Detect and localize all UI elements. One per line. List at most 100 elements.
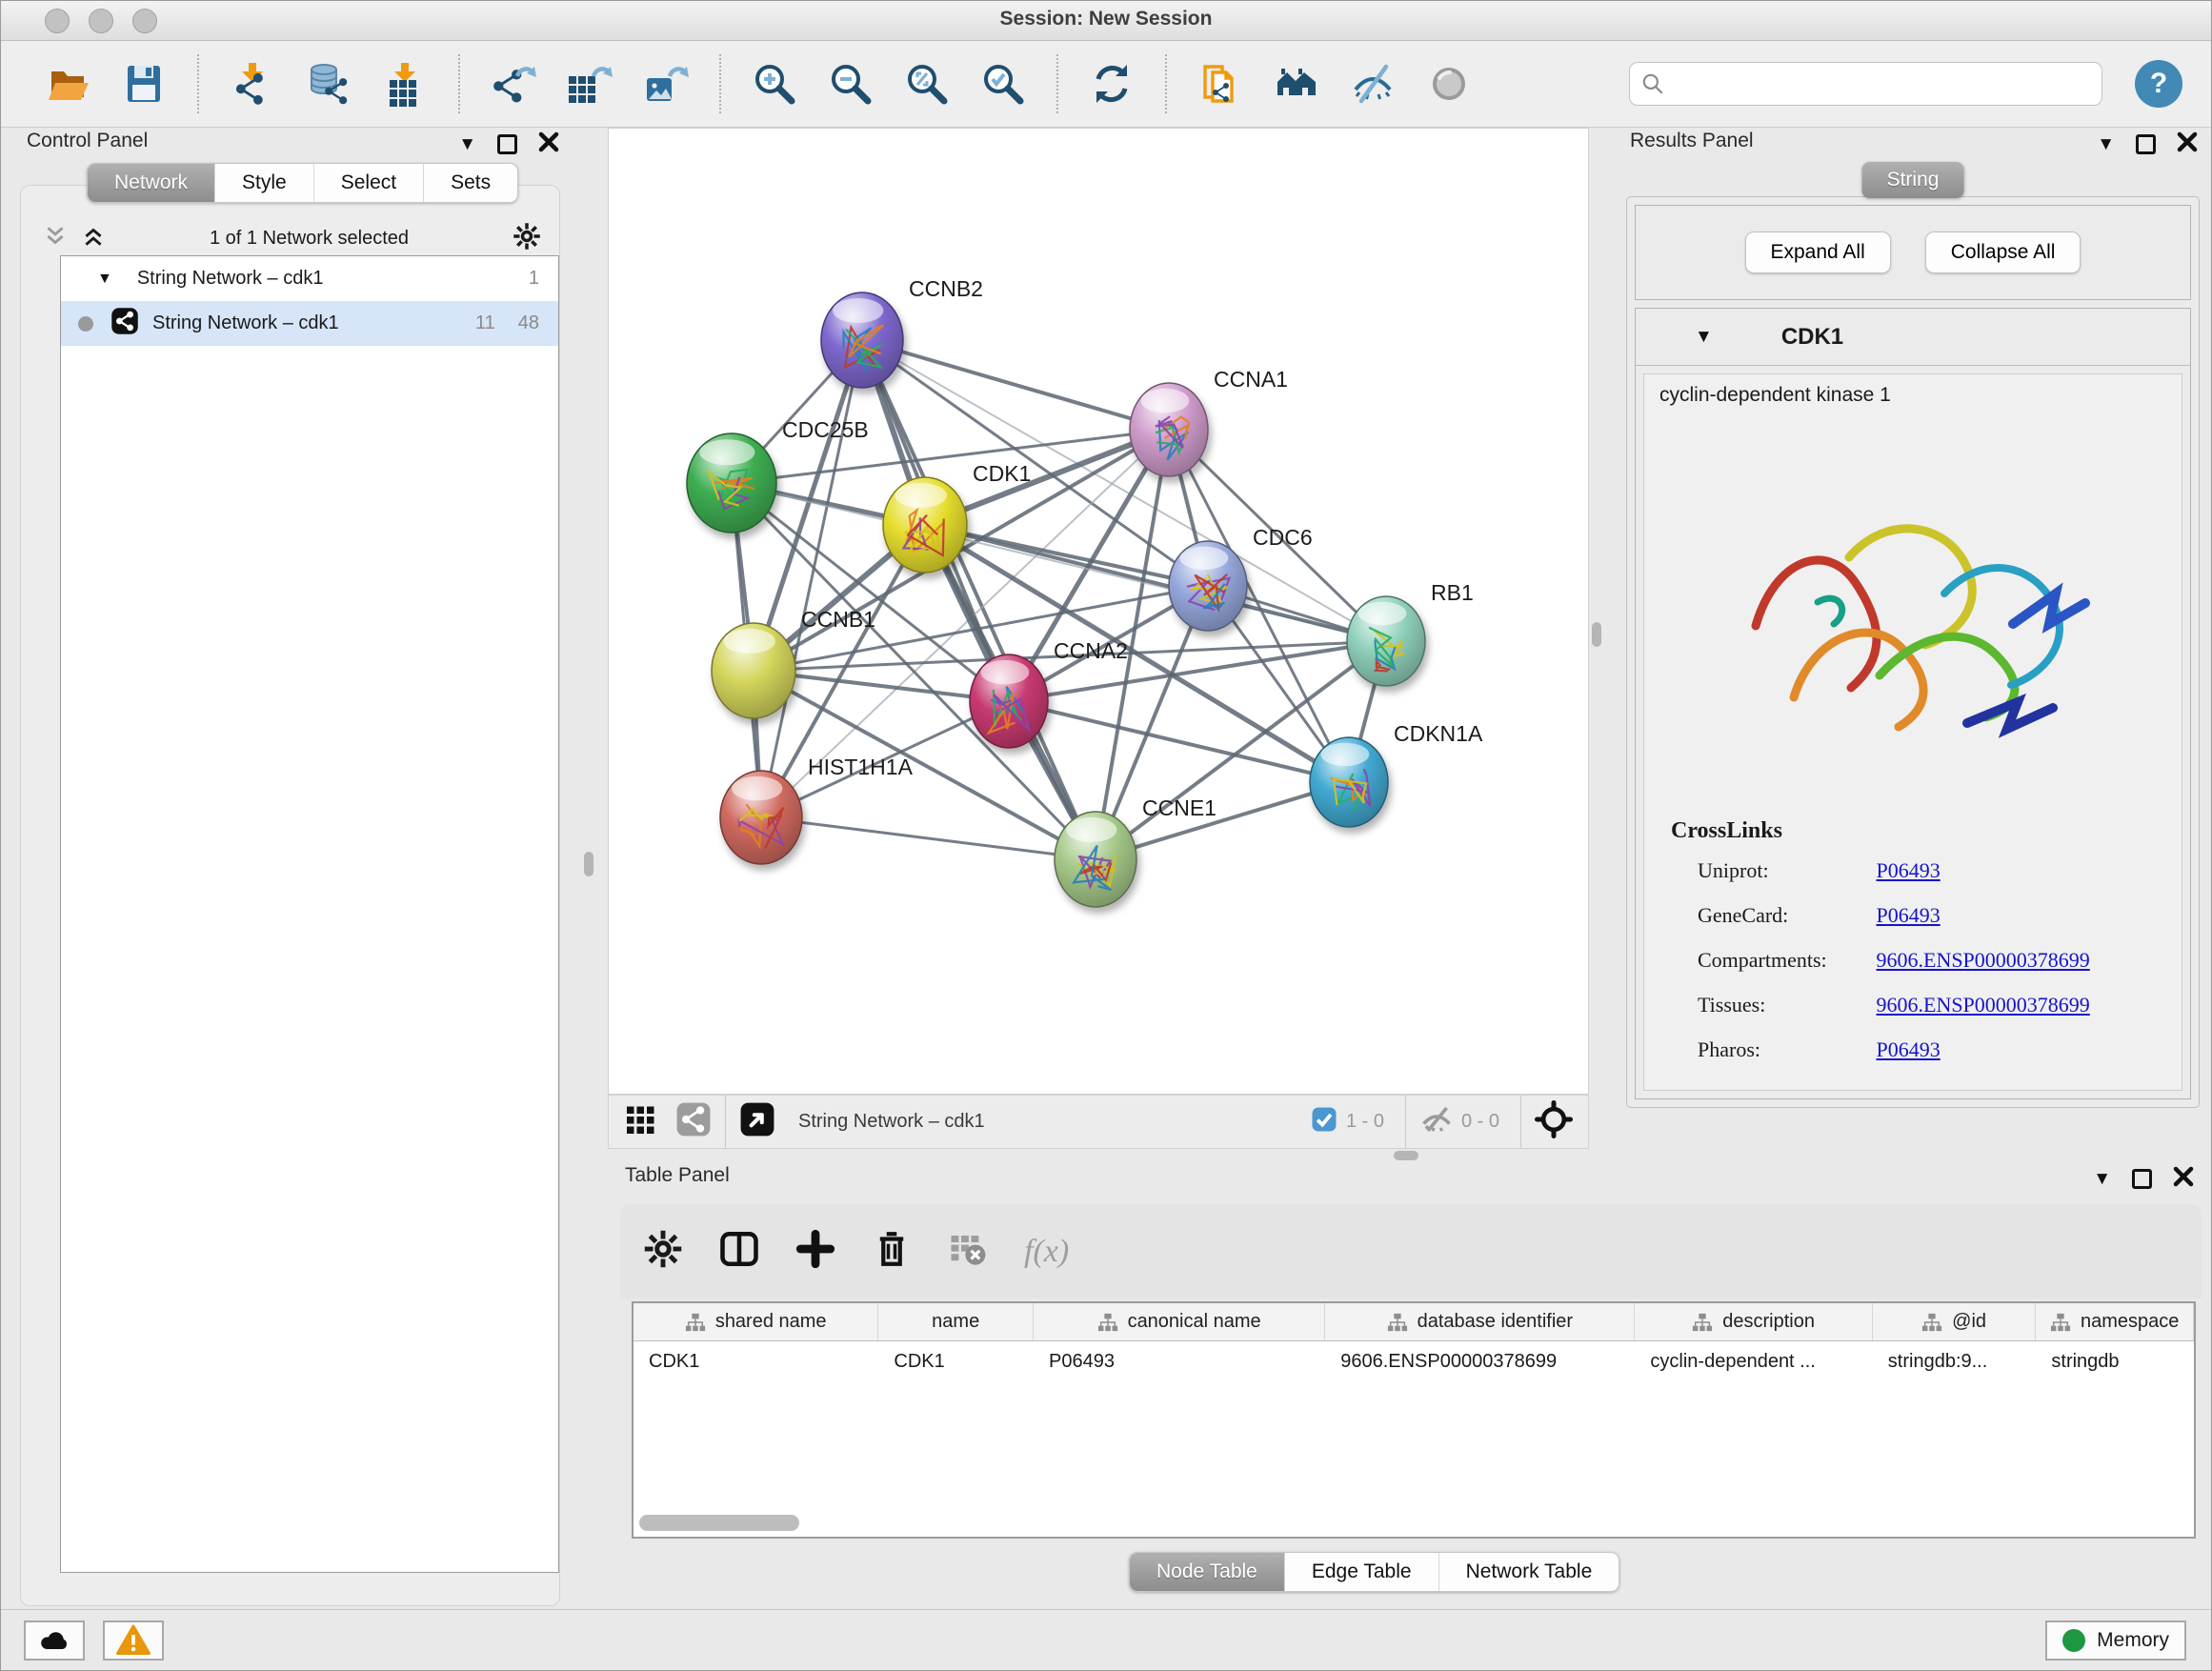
import-network-from-database-button[interactable] <box>304 59 353 109</box>
cloud-status-button[interactable] <box>24 1621 85 1661</box>
column-header-namespace[interactable]: namespace <box>2036 1303 2194 1340</box>
collapse-all-button[interactable]: Collapse All <box>1925 232 2081 273</box>
table-cell[interactable]: stringdb:9... <box>1873 1341 2037 1381</box>
import-table-from-file-button[interactable] <box>380 59 430 109</box>
save-session-button[interactable] <box>119 59 169 109</box>
string-protein-query-button[interactable] <box>1196 59 1245 109</box>
create-column-plus-icon[interactable] <box>795 1229 835 1274</box>
column-header-shared-name[interactable]: shared name <box>633 1303 878 1340</box>
network-options-gear-icon[interactable] <box>513 222 541 255</box>
warnings-button[interactable] <box>103 1621 164 1661</box>
table-settings-gear-icon[interactable] <box>643 1229 683 1274</box>
table-horizontal-scrollbar[interactable] <box>639 1515 799 1531</box>
tab-edge-table[interactable]: Edge Table <box>1284 1553 1438 1591</box>
birds-eye-view-icon[interactable] <box>739 1101 775 1142</box>
table-row[interactable]: CDK1CDK1P064939606.ENSP00000378699cyclin… <box>633 1341 2194 1381</box>
crosslink-link[interactable]: P06493 <box>1877 903 1941 927</box>
column-header-canonical-name[interactable]: canonical name <box>1034 1303 1325 1340</box>
network-node-ccne1[interactable]: CCNE1 <box>1055 795 1217 907</box>
control-panel-float-icon[interactable] <box>497 134 517 154</box>
tab-node-table[interactable]: Node Table <box>1130 1553 1284 1591</box>
hide-selected-items-button[interactable] <box>1348 59 1398 109</box>
table-cell[interactable]: stringdb <box>2036 1341 2194 1381</box>
network-node-ccna1[interactable]: CCNA1 <box>1130 367 1288 476</box>
table-cell[interactable]: P06493 <box>1034 1341 1325 1381</box>
network-edge[interactable] <box>761 340 862 817</box>
tab-style[interactable]: Style <box>214 164 313 202</box>
zoom-fit-content-button[interactable] <box>902 59 952 109</box>
table-cell[interactable]: CDK1 <box>878 1341 1034 1381</box>
network-tree-row[interactable]: ▼ String Network – cdk1 1 <box>61 256 558 301</box>
import-network-from-file-button[interactable] <box>228 59 277 109</box>
expand-all-networks-icon[interactable] <box>81 224 106 253</box>
node-table[interactable]: shared namenamecanonical namedatabase id… <box>632 1301 2196 1539</box>
control-panel-close-icon[interactable] <box>538 131 559 157</box>
column-header-description[interactable]: description <box>1635 1303 1872 1340</box>
center-view-crosshair-icon[interactable] <box>1535 1100 1573 1143</box>
network-share-view-icon[interactable] <box>675 1101 712 1142</box>
show-columns-icon[interactable] <box>719 1229 759 1274</box>
tab-sets[interactable]: Sets <box>423 164 517 202</box>
show-all-items-button[interactable] <box>1424 59 1474 109</box>
delete-column-trash-icon[interactable] <box>872 1229 912 1274</box>
zoom-selected-button[interactable] <box>978 59 1028 109</box>
network-canvas[interactable]: CCNB2CCNA1CDC25BCDK1CDC6RB1CCNB1CCNA2CDK… <box>608 128 1589 1095</box>
tab-network[interactable]: Network <box>88 164 214 202</box>
column-header-database-identifier[interactable]: database identifier <box>1325 1303 1635 1340</box>
zoom-out-button[interactable] <box>826 59 875 109</box>
table-cell[interactable]: CDK1 <box>633 1341 878 1381</box>
network-node-cdkn1a[interactable]: CDKN1A <box>1310 721 1483 827</box>
bottom-splitter-handle[interactable] <box>1394 1151 1418 1160</box>
network-edge[interactable] <box>925 525 1386 641</box>
table-panel-float-icon[interactable] <box>2132 1169 2152 1189</box>
control-panel-collapse-icon[interactable]: ▼ <box>458 134 476 155</box>
open-session-button[interactable] <box>43 59 92 109</box>
search-input[interactable] <box>1629 62 2102 106</box>
network-node-cdk1[interactable]: CDK1 <box>883 461 1031 573</box>
collapse-all-networks-icon[interactable] <box>43 224 68 253</box>
network-tree-row[interactable]: String Network – cdk1 11 48 <box>61 301 558 346</box>
update-network-button[interactable] <box>1087 59 1136 109</box>
table-panel-close-icon[interactable] <box>2173 1166 2194 1192</box>
crosslink-link[interactable]: P06493 <box>1877 1037 1941 1061</box>
crosslink-link[interactable]: P06493 <box>1877 858 1941 882</box>
table-cell[interactable]: cyclin-dependent ... <box>1635 1341 1872 1381</box>
left-splitter-handle[interactable] <box>584 852 593 876</box>
network-node-hist1h1a[interactable]: HIST1H1A <box>720 755 914 864</box>
column-header-@id[interactable]: @id <box>1873 1303 2037 1340</box>
gene-collapse-icon[interactable]: ▼ <box>1695 327 1713 348</box>
crosslink-link[interactable]: 9606.ENSP00000378699 <box>1877 948 2090 972</box>
results-panel-collapse-icon[interactable]: ▼ <box>2097 134 2115 155</box>
grid-view-icon[interactable] <box>624 1102 658 1141</box>
gene-section-header[interactable]: ▼ CDK1 <box>1636 309 2190 366</box>
network-graph[interactable]: CCNB2CCNA1CDC25BCDK1CDC6RB1CCNB1CCNA2CDK… <box>609 129 1590 1096</box>
delete-table-icon[interactable] <box>948 1229 988 1274</box>
selected-nodes-checkbox[interactable] <box>1310 1105 1338 1138</box>
table-cell[interactable]: 9606.ENSP00000378699 <box>1325 1341 1635 1381</box>
network-edge[interactable] <box>862 340 1169 430</box>
right-splitter-handle[interactable] <box>1592 622 1601 647</box>
network-node-ccnb2[interactable]: CCNB2 <box>821 276 983 388</box>
tree-expand-icon[interactable]: ▼ <box>97 271 112 288</box>
network-node-cdc6[interactable]: CDC6 <box>1169 525 1313 631</box>
hidden-items-icon[interactable] <box>1419 1102 1454 1141</box>
network-edge[interactable] <box>862 340 1096 859</box>
results-panel-float-icon[interactable] <box>2136 134 2156 154</box>
network-node-rb1[interactable]: RB1 <box>1347 580 1474 686</box>
export-network-button[interactable] <box>489 59 538 109</box>
show-graphics-details-button[interactable] <box>1272 59 1321 109</box>
help-button[interactable]: ? <box>2135 60 2182 108</box>
export-image-button[interactable] <box>641 59 691 109</box>
network-edge[interactable] <box>761 817 1096 859</box>
memory-button[interactable]: Memory <box>2045 1621 2186 1661</box>
tab-string[interactable]: String <box>1862 162 1964 198</box>
expand-all-button[interactable]: Expand All <box>1745 232 1891 273</box>
function-builder-icon[interactable]: f(x) <box>1024 1234 1069 1270</box>
crosslink-link[interactable]: 9606.ENSP00000378699 <box>1877 993 2090 1017</box>
results-panel-close-icon[interactable] <box>2177 131 2198 157</box>
column-header-name[interactable]: name <box>878 1303 1034 1340</box>
network-node-ccnb1[interactable]: CCNB1 <box>712 607 875 718</box>
table-panel-collapse-icon[interactable]: ▼ <box>2093 1169 2111 1190</box>
zoom-in-button[interactable] <box>750 59 799 109</box>
tab-network-table[interactable]: Network Table <box>1438 1553 1619 1591</box>
